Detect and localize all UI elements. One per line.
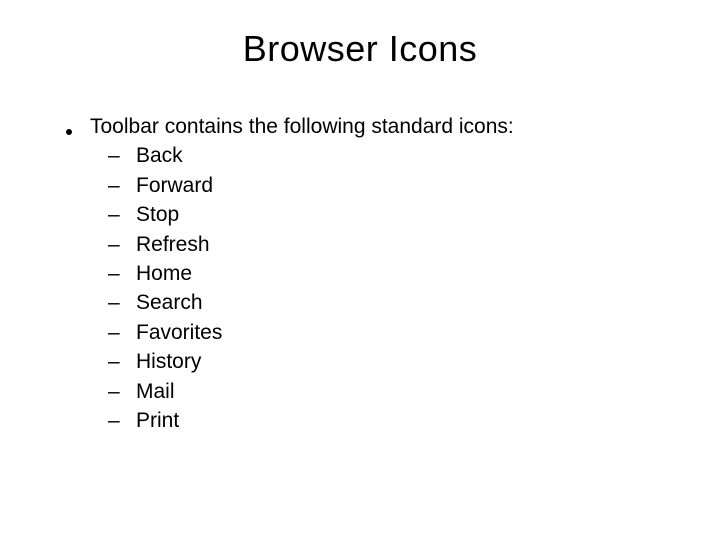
list-item: – Search: [108, 288, 672, 317]
list-item-text: Search: [136, 288, 203, 317]
list-item-text: Forward: [136, 171, 213, 200]
list-item-text: Home: [136, 259, 192, 288]
list-item: – Forward: [108, 171, 672, 200]
slide-content: Toolbar contains the following standard …: [48, 112, 672, 435]
list-item-text: History: [136, 347, 201, 376]
dash-marker: –: [108, 347, 136, 376]
list-item-text: Favorites: [136, 318, 222, 347]
dash-marker: –: [108, 288, 136, 317]
sub-list: – Back – Forward – Stop – Refresh – Home…: [108, 141, 672, 435]
slide-title: Browser Icons: [48, 28, 672, 70]
list-item-text: Print: [136, 406, 179, 435]
list-item: – History: [108, 347, 672, 376]
dash-marker: –: [108, 230, 136, 259]
dash-marker: –: [108, 200, 136, 229]
bullet-marker: [66, 112, 90, 141]
list-item: – Print: [108, 406, 672, 435]
dash-marker: –: [108, 259, 136, 288]
list-item-text: Stop: [136, 200, 179, 229]
list-item: – Refresh: [108, 230, 672, 259]
list-item-text: Mail: [136, 377, 175, 406]
dash-marker: –: [108, 171, 136, 200]
list-item: – Favorites: [108, 318, 672, 347]
list-item: – Mail: [108, 377, 672, 406]
dash-marker: –: [108, 141, 136, 170]
dash-marker: –: [108, 377, 136, 406]
list-item: – Stop: [108, 200, 672, 229]
slide: Browser Icons Toolbar contains the follo…: [0, 0, 720, 540]
list-item-text: Back: [136, 141, 183, 170]
bullet-text: Toolbar contains the following standard …: [90, 112, 514, 141]
list-item: – Home: [108, 259, 672, 288]
list-item-text: Refresh: [136, 230, 210, 259]
list-item: – Back: [108, 141, 672, 170]
bullet-item: Toolbar contains the following standard …: [66, 112, 672, 141]
dash-marker: –: [108, 318, 136, 347]
dash-marker: –: [108, 406, 136, 435]
